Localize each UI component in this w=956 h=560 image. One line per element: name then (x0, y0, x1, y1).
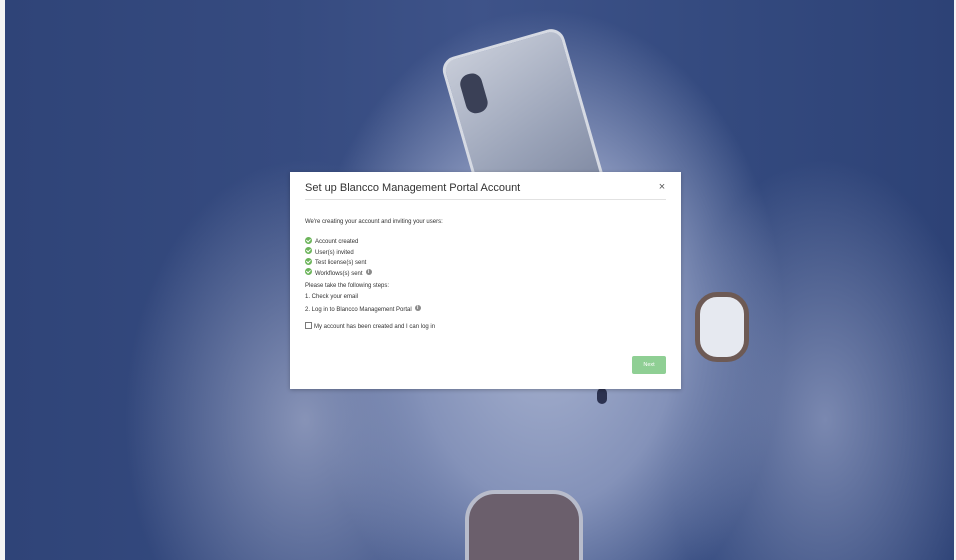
step-log-in: 2. Log in to Blancco Management Portal i (305, 304, 666, 317)
intro-text: We're creating your account and inviting… (305, 219, 443, 225)
status-list: Account created User(s) invited Test lic… (305, 236, 666, 280)
status-item-account-created: Account created (305, 236, 666, 248)
confirm-checkbox[interactable] (305, 321, 312, 329)
setup-dialog: Set up Blancco Management Portal Account… (290, 172, 681, 389)
status-item-users-invited: User(s) invited (305, 247, 666, 259)
check-circle-icon (305, 247, 312, 255)
next-button[interactable]: Next (632, 356, 666, 374)
dialog-title: Set up Blancco Management Portal Account (305, 182, 521, 194)
dialog-body: We're creating your account and inviting… (305, 218, 666, 332)
screen: Set up Blancco Management Portal Account… (0, 0, 956, 560)
shirt-button-image (597, 388, 607, 404)
check-circle-icon (305, 236, 312, 244)
info-icon[interactable]: i (365, 268, 372, 275)
status-label: User(s) invited (315, 249, 354, 256)
confirm-label[interactable]: My account has been created and I can lo… (314, 324, 435, 330)
status-item-workflows-sent: Workflows(s) sent i (305, 268, 666, 280)
phone-camera (457, 71, 491, 116)
close-icon[interactable]: × (656, 180, 668, 194)
watch-image (695, 292, 749, 362)
check-circle-icon (305, 257, 312, 265)
step-check-email: 1. Check your email (305, 291, 666, 304)
status-label: Test license(s) sent (315, 260, 367, 266)
steps-intro-text: Please take the following steps: (305, 283, 390, 289)
step-label: 2. Log in to Blancco Management Portal (305, 307, 412, 313)
belt-buckle-image (465, 490, 583, 560)
dialog-header: Set up Blancco Management Portal Account… (305, 180, 668, 200)
step-label: 1. Check your email (305, 294, 359, 300)
info-icon[interactable]: i (414, 305, 421, 312)
check-circle-icon (305, 268, 312, 276)
status-label: Workflows(s) sent (315, 270, 363, 277)
confirm-row: My account has been created and I can lo… (305, 321, 666, 332)
status-item-test-licenses-sent: Test license(s) sent (305, 257, 666, 269)
status-label: Account created (315, 239, 359, 245)
